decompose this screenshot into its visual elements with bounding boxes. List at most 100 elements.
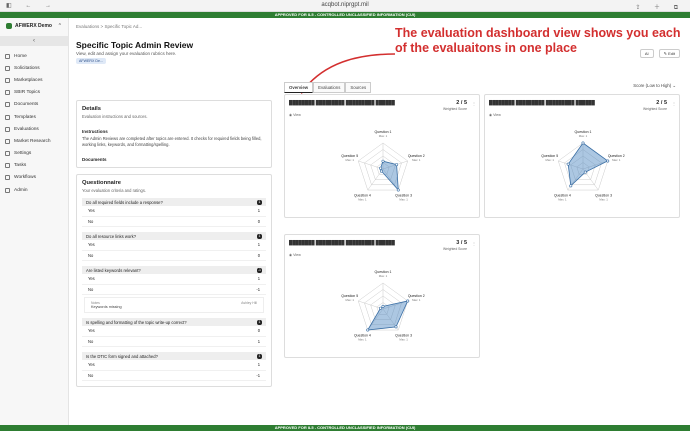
sidebar-item-label: Market Research — [14, 138, 51, 144]
sidebar-item-tasks[interactable]: Tasks — [0, 160, 68, 172]
radar-axis-max: Max: 1 — [399, 197, 408, 201]
question-item: Do all required fields include a respons… — [82, 198, 266, 227]
sidebar-item-workflows[interactable]: Workflows — [0, 172, 68, 184]
breadcrumb: Evaluations > Specific Topic Ad... — [76, 24, 142, 29]
questionnaire-subtitle: Your evaluation criteria and ratings. — [82, 188, 147, 193]
sidebar-item-home[interactable]: Home — [0, 50, 68, 62]
option-label: Yes — [88, 328, 95, 334]
more-options-icon[interactable]: ⋮ — [672, 101, 676, 106]
question-header[interactable]: Is the DTIC form signed and attached? 1 — [82, 352, 266, 360]
sidebar-item-evaluations[interactable]: Evaluations — [0, 123, 68, 135]
question-option[interactable]: No 0 — [82, 251, 266, 261]
radar-point — [606, 159, 610, 163]
classification-banner-bottom: APPROVED FOR IL5 - CONTROLLED UNCLASSIFI… — [0, 425, 690, 431]
weighted-score: 3 / 5 — [456, 240, 467, 246]
sidebar-item-templates[interactable]: Templates — [0, 111, 68, 123]
sidebar-item-solicitations[interactable]: Solicitations — [0, 62, 68, 74]
question-option[interactable]: No -1 — [82, 371, 266, 381]
sort-dropdown[interactable]: Score (Low to High) ⌄ — [633, 83, 676, 89]
radar-axis-max: Max: 1 — [558, 197, 567, 201]
question-option[interactable]: No -1 — [82, 285, 266, 295]
tab-sources[interactable]: Sources — [345, 82, 372, 93]
radar-score-area — [366, 300, 409, 331]
radar-point — [581, 141, 585, 145]
question-header[interactable]: Is spelling and formatting of the topic … — [82, 318, 266, 326]
org-logo-icon — [6, 23, 12, 29]
tab-overview[interactable]: Overview — [284, 82, 314, 93]
evaluation-card[interactable]: ████████ █████████ █████████ ██████ ◉ Vie… — [284, 94, 480, 218]
radar-axis-max: Max: 1 — [358, 337, 367, 341]
list-icon — [5, 90, 10, 96]
weighted-score-label: Weighted Score — [442, 247, 467, 251]
view-link[interactable]: ◉ View — [489, 113, 501, 117]
sidebar-collapse-button[interactable]: ‹ — [0, 36, 68, 46]
breadcrumb-evaluations[interactable]: Evaluations — [76, 24, 99, 29]
option-value: 1 — [257, 338, 260, 344]
sidebar-item-label: Settings — [14, 151, 32, 157]
browser-action-icons[interactable]: ⇪ ＋ ⧉ — [635, 2, 684, 12]
option-value: -1 — [256, 372, 260, 378]
sidebar-item-settings[interactable]: Settings — [0, 148, 68, 160]
question-option[interactable]: No 1 — [82, 337, 266, 347]
radar-point — [396, 188, 400, 192]
tab-evaluations[interactable]: Evaluations — [313, 82, 346, 93]
evaluation-card[interactable]: ████████ █████████ █████████ ██████ ◉ Vie… — [284, 234, 480, 358]
radar-point — [406, 299, 410, 303]
question-text: Is the DTIC form signed and attached? — [86, 353, 158, 359]
notes-author: Ashley Hill — [241, 301, 257, 305]
browser-url[interactable]: acqbot.niprgpt.mil — [300, 2, 390, 8]
question-option[interactable]: Yes 0 — [82, 326, 266, 337]
more-options-icon[interactable]: ⋮ — [472, 101, 476, 106]
weighted-score: 2 / 5 — [456, 100, 467, 106]
radar-point — [381, 159, 385, 163]
option-value: 0 — [257, 328, 260, 334]
question-header[interactable]: Are listed keywords relevant? -1 — [82, 266, 266, 274]
notes-text: Keywords missing — [91, 305, 122, 309]
question-text: Is spelling and formatting of the topic … — [86, 319, 187, 325]
radar-axis-max: Max: 1 — [412, 298, 421, 302]
radar-axis-max: Max: 1 — [346, 298, 355, 302]
tab-bar: Overview Evaluations Sources — [284, 82, 372, 93]
store-icon — [5, 77, 10, 83]
org-switcher[interactable]: AFWERX Demo ⌃ — [0, 18, 68, 34]
sidebar-item-sbir-topics[interactable]: SBIR Topics — [0, 87, 68, 99]
option-value: 1 — [257, 208, 260, 214]
question-header[interactable]: Do all resource links work? 1 — [82, 232, 266, 240]
view-link[interactable]: ◉ View — [289, 253, 301, 257]
sidebar-item-marketplaces[interactable]: Marketplaces — [0, 74, 68, 86]
evaluation-card[interactable]: ████████ █████████ █████████ ██████ ◉ Vie… — [484, 94, 680, 218]
evaluation-title[interactable]: ████████ █████████ █████████ ██████ — [289, 240, 441, 246]
radar-axis-max: Max: 1 — [599, 197, 608, 201]
breadcrumb-separator: > — [100, 24, 104, 29]
question-text: Are listed keywords relevant? — [86, 267, 141, 273]
question-option[interactable]: Yes 1 — [82, 240, 266, 251]
browser-nav-icons[interactable]: ◧ ← → — [6, 2, 57, 9]
radar-point — [583, 170, 587, 174]
more-options-icon[interactable]: ⋮ — [472, 241, 476, 246]
question-item: Is the DTIC form signed and attached? 1 Ye… — [82, 352, 266, 381]
question-option[interactable]: Yes 1 — [82, 360, 266, 371]
question-header[interactable]: Do all required fields include a respons… — [82, 198, 266, 206]
option-value: 0 — [257, 218, 260, 224]
sidebar-item-admin[interactable]: Admin — [0, 184, 68, 196]
page-subtitle: View, edit and assign your evaluation ru… — [76, 51, 177, 56]
view-link[interactable]: ◉ View — [289, 113, 301, 117]
radar-chart: Question 1Max: 1Question 2Max: 1Question… — [341, 130, 425, 201]
sidebar-item-market-research[interactable]: Market Research — [0, 135, 68, 147]
chevron-down-icon: ⌄ — [672, 83, 676, 88]
instructions-text: The Admin Reviews are completed after to… — [82, 136, 262, 147]
question-text: Do all required fields include a respons… — [86, 199, 163, 205]
sidebar-item-documents[interactable]: Documents — [0, 99, 68, 111]
question-item: Are listed keywords relevant? -1 Yes 1 No -1 N… — [82, 266, 266, 313]
evaluation-title[interactable]: ████████ █████████ █████████ ██████ — [289, 100, 441, 106]
question-option[interactable]: Yes 1 — [82, 274, 266, 285]
radar-point — [379, 166, 383, 170]
question-text: Do all resource links work? — [86, 233, 137, 239]
flow-icon — [5, 175, 10, 181]
weighted-score-label: Weighted Score — [442, 107, 467, 111]
question-option[interactable]: Yes 1 — [82, 206, 266, 217]
question-option[interactable]: No 0 — [82, 217, 266, 227]
sidebar-item-label: Solicitations — [14, 65, 40, 71]
radar-point — [569, 184, 573, 188]
evaluation-title[interactable]: ████████ █████████ █████████ ██████ — [489, 100, 641, 106]
